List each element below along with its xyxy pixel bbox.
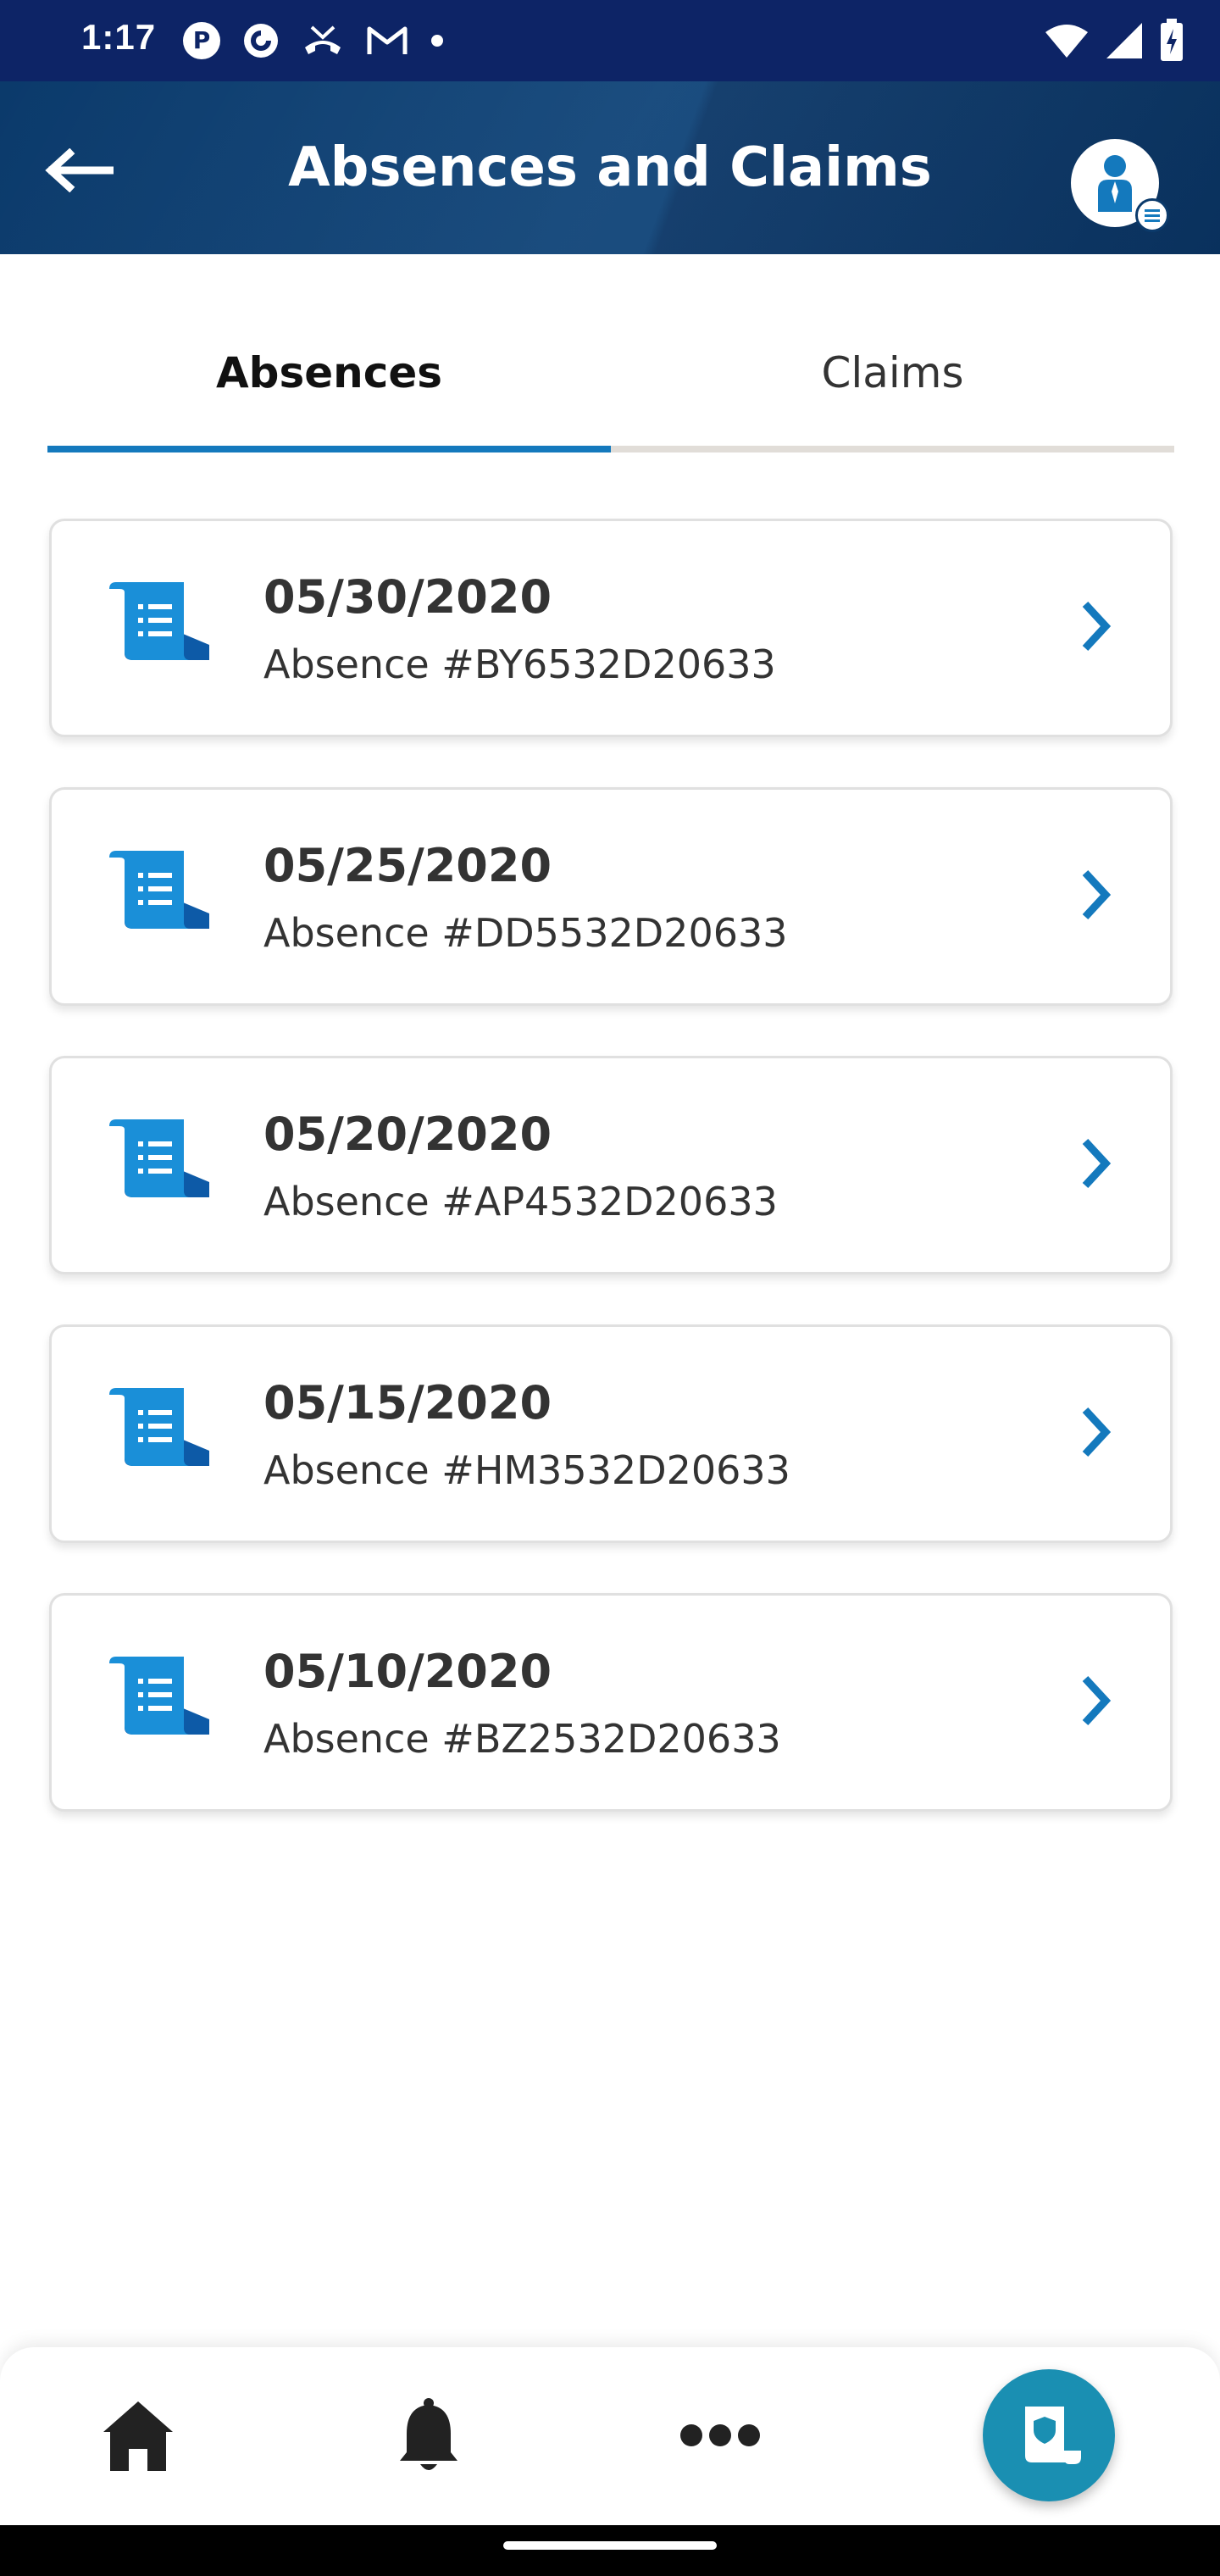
missed-call-icon [300, 22, 346, 59]
bottom-navigation [0, 2347, 1220, 2525]
tab-claims[interactable]: Claims [611, 322, 1174, 446]
parking-app-icon: P [181, 20, 222, 61]
absence-number: Absence #DD5532D20633 [263, 910, 788, 956]
menu-badge-icon [1135, 198, 1169, 232]
chevron-right-icon [1082, 1138, 1112, 1189]
profile-avatar-icon [1098, 155, 1132, 212]
chevron-right-icon [1082, 601, 1112, 652]
absence-number: Absence #BZ2532D20633 [263, 1716, 781, 1762]
back-button[interactable] [42, 141, 119, 200]
more-icon[interactable] [678, 2418, 762, 2452]
battery-icon [1159, 19, 1184, 63]
bell-icon[interactable] [395, 2396, 463, 2476]
scroll-document-icon [109, 1657, 209, 1735]
status-time: 1:17 [81, 17, 157, 57]
claims-fab-button[interactable] [983, 2369, 1115, 2501]
wifi-icon [1044, 22, 1090, 59]
absence-date: 05/25/2020 [263, 839, 552, 892]
app-header: Absences and Claims [0, 81, 1220, 254]
page-title: Absences and Claims [288, 136, 932, 199]
absence-date: 05/20/2020 [263, 1108, 552, 1161]
dot-icon [429, 32, 446, 49]
absence-card[interactable]: 05/25/2020 Absence #DD5532D20633 [49, 787, 1173, 1006]
scroll-document-icon [109, 1119, 209, 1197]
absence-number: Absence #HM3532D20633 [263, 1447, 790, 1493]
chevron-right-icon [1082, 869, 1112, 920]
absence-card[interactable]: 05/30/2020 Absence #BY6532D20633 [49, 519, 1173, 737]
status-bar: 1:17 P [0, 0, 1220, 81]
pocket-casts-icon [242, 22, 280, 59]
tab-indicator [47, 446, 611, 452]
tab-bar: Absences Claims [47, 322, 1174, 454]
scroll-document-icon [109, 851, 209, 929]
svg-text:P: P [193, 26, 211, 54]
scroll-document-icon [109, 582, 209, 660]
scroll-document-icon [109, 1388, 209, 1466]
absence-card[interactable]: 05/15/2020 Absence #HM3532D20633 [49, 1324, 1173, 1543]
notification-icons: P [181, 19, 466, 63]
tab-absences[interactable]: Absences [47, 322, 611, 446]
absence-number: Absence #AP4532D20633 [263, 1179, 778, 1224]
absence-date: 05/10/2020 [263, 1645, 552, 1698]
absence-card[interactable]: 05/10/2020 Absence #BZ2532D20633 [49, 1593, 1173, 1812]
system-icons [1029, 17, 1184, 64]
system-nav-bar [0, 2525, 1220, 2576]
chevron-right-icon [1082, 1675, 1112, 1726]
claims-fab-icon [1025, 2407, 1081, 2464]
home-indicator[interactable] [503, 2541, 717, 2550]
absence-date: 05/15/2020 [263, 1376, 552, 1430]
absence-date: 05/30/2020 [263, 570, 552, 624]
chevron-right-icon [1082, 1407, 1112, 1457]
absence-card[interactable]: 05/20/2020 Absence #AP4532D20633 [49, 1056, 1173, 1274]
home-icon[interactable] [100, 2398, 176, 2474]
absence-number: Absence #BY6532D20633 [263, 641, 776, 687]
gmail-icon [366, 24, 408, 58]
cellular-signal-icon [1105, 21, 1144, 60]
arrow-left-icon [45, 148, 114, 192]
